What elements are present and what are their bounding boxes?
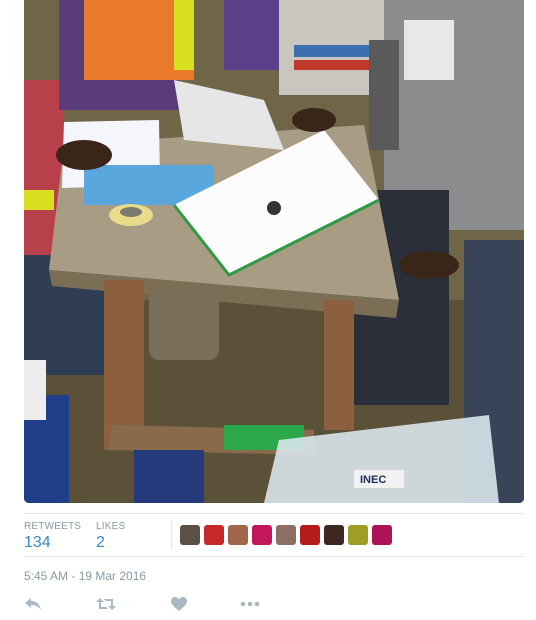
tape-roll-core [120, 207, 142, 217]
backpack [149, 290, 219, 360]
heart-icon [171, 597, 187, 611]
avatar-6[interactable] [300, 525, 320, 545]
table-leg-left [104, 280, 144, 450]
tweet-actions [24, 596, 284, 616]
reply-button[interactable] [24, 596, 44, 614]
liker-avatars [180, 525, 396, 545]
retweets-stat[interactable]: RETWEETS 134 [24, 521, 81, 552]
retweet-button[interactable] [96, 596, 116, 614]
avatar-7[interactable] [324, 525, 344, 545]
ballot-box-label-text: INEC [360, 474, 386, 486]
retweet-icon [96, 598, 116, 610]
avatar-8[interactable] [348, 525, 368, 545]
likes-label: LIKES [96, 521, 126, 532]
avatar-4[interactable] [252, 525, 272, 545]
avatar-9[interactable] [372, 525, 392, 545]
avatar-1[interactable] [180, 525, 200, 545]
vest-reflective-stripe [174, 0, 194, 70]
tweet-photo-illustration: INEC [24, 0, 524, 503]
tweet-timestamp[interactable]: 5:45 AM - 19 Mar 2016 [24, 569, 146, 583]
avatar-5[interactable] [276, 525, 296, 545]
avatar-3[interactable] [228, 525, 248, 545]
more-dots-icon [240, 601, 260, 607]
likes-count[interactable]: 2 [96, 534, 125, 552]
sheet-logo [267, 201, 281, 215]
white-papers [24, 360, 46, 420]
retweets-count[interactable]: 134 [24, 534, 81, 552]
left-hand [56, 140, 112, 170]
right-hand [399, 251, 459, 279]
tweet-stats-bar: RETWEETS 134 LIKES 2 [24, 513, 524, 557]
blue-bag [134, 450, 204, 503]
top-hand [292, 108, 336, 132]
striped-shirt-person [369, 40, 399, 150]
more-button[interactable] [240, 596, 260, 614]
stats-divider [171, 520, 172, 550]
like-button[interactable] [170, 596, 190, 614]
tweet-photo[interactable]: INEC [24, 0, 524, 503]
avatar-2[interactable] [204, 525, 224, 545]
left-person-vest-stripe [24, 190, 54, 210]
id-badge [404, 20, 454, 80]
reply-icon [25, 598, 41, 610]
table-leg-right [324, 300, 354, 430]
retweets-label: RETWEETS [24, 521, 82, 532]
likes-stat[interactable]: LIKES 2 [96, 521, 125, 552]
